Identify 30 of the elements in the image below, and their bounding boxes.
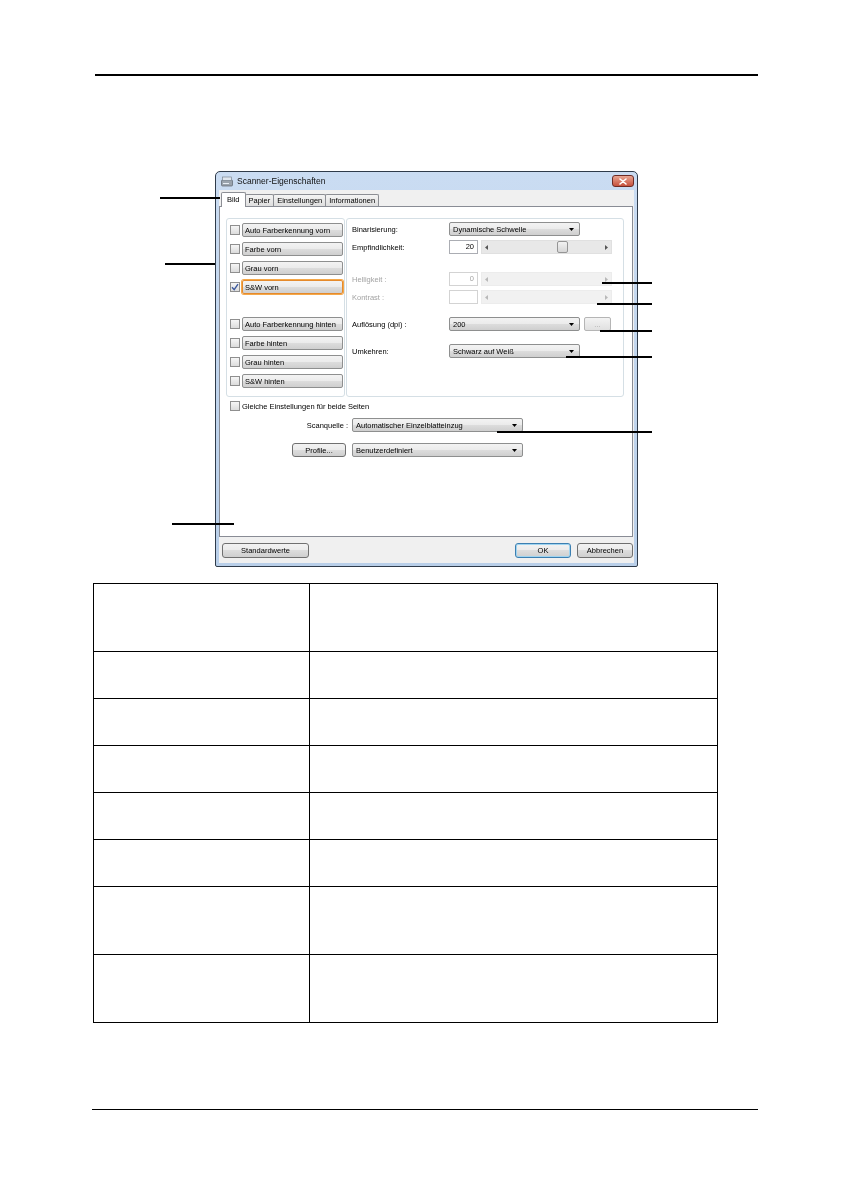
slider-thumb[interactable] xyxy=(557,241,568,253)
leader-line xyxy=(600,330,652,332)
checkbox[interactable] xyxy=(230,263,240,273)
close-button[interactable] xyxy=(612,175,634,187)
checkbox[interactable] xyxy=(230,338,240,348)
checkbox[interactable] xyxy=(230,401,240,411)
checkbox[interactable] xyxy=(230,357,240,367)
arrow-right-icon[interactable] xyxy=(605,244,608,250)
caret-icon xyxy=(569,322,574,326)
checkmark-icon xyxy=(231,283,239,291)
scanner-icon xyxy=(221,175,233,187)
checkbox[interactable] xyxy=(230,282,240,292)
close-icon xyxy=(619,177,627,185)
caret-icon xyxy=(569,227,574,231)
leader-line xyxy=(597,303,652,305)
arrow-left-icon[interactable] xyxy=(485,244,488,250)
caret-icon xyxy=(512,448,517,452)
leader-line xyxy=(172,523,234,525)
leader-line xyxy=(165,263,215,265)
caret-icon xyxy=(512,423,517,427)
window-title: Scanner-Eigenschaften xyxy=(237,176,326,186)
leader-line xyxy=(602,282,652,284)
leader-line xyxy=(160,197,220,199)
value-field[interactable] xyxy=(449,290,478,304)
checkbox[interactable] xyxy=(230,319,240,329)
checkbox[interactable] xyxy=(230,225,240,235)
checkbox[interactable] xyxy=(230,244,240,254)
checkbox[interactable] xyxy=(230,376,240,386)
caret-icon xyxy=(569,349,574,353)
slider-track[interactable] xyxy=(481,240,612,254)
